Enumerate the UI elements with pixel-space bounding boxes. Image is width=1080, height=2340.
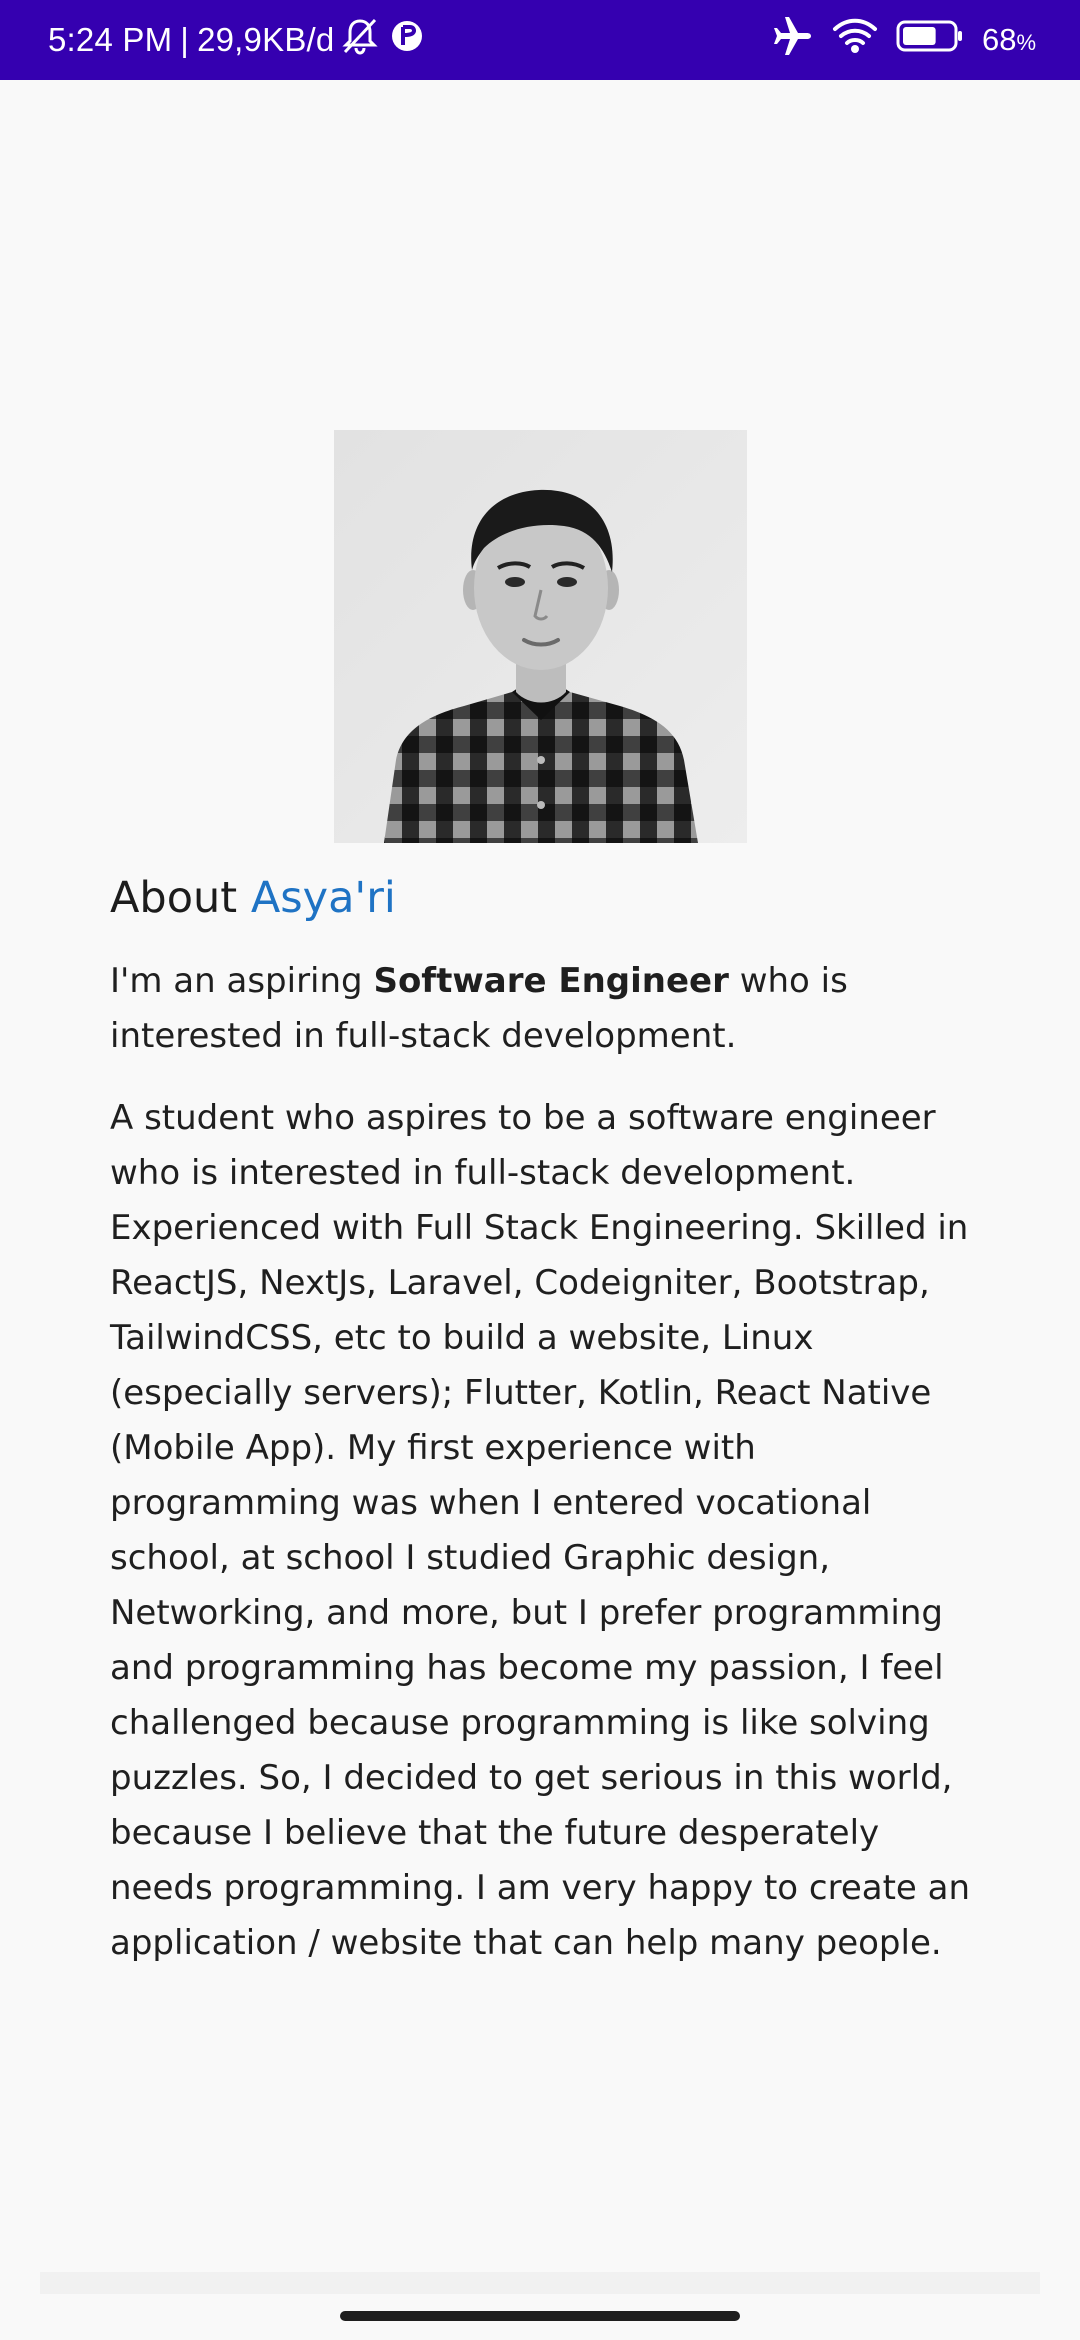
about-heading-prefix: About	[110, 873, 238, 923]
battery-percent-unit: %	[1016, 30, 1036, 55]
status-time: 5:24 PM	[48, 21, 173, 58]
battery-percent: 68%	[982, 22, 1036, 58]
bio-paragraph: A student who aspires to be a software e…	[110, 1098, 971, 1963]
home-indicator[interactable]	[340, 2311, 740, 2321]
bottom-strip	[40, 2272, 1040, 2294]
wifi-icon	[832, 17, 878, 63]
status-bar-left: 5:24 PM | 29,9KB/d	[48, 0, 424, 80]
notifications-off-icon	[342, 17, 379, 63]
intro-text-before: I'm an aspiring	[110, 961, 363, 1001]
status-bar: 5:24 PM | 29,9KB/d 68%	[0, 0, 1080, 80]
about-heading-name: Asya'ri	[250, 873, 396, 923]
intro-role: Software Engineer	[373, 961, 729, 1001]
about-heading: About Asya'ri	[110, 866, 396, 930]
network-speed: 29,9KB/d	[197, 21, 335, 58]
profile-photo	[334, 430, 747, 843]
data-saver-icon	[390, 19, 424, 61]
battery-icon	[896, 19, 964, 61]
airplane-mode-icon	[772, 16, 814, 64]
status-bar-right: 68%	[772, 0, 1036, 80]
intro-paragraph: I'm an aspiring Software Engineer who is…	[110, 954, 980, 1064]
status-separator: |	[180, 21, 190, 58]
battery-percent-value: 68	[981, 22, 1017, 57]
